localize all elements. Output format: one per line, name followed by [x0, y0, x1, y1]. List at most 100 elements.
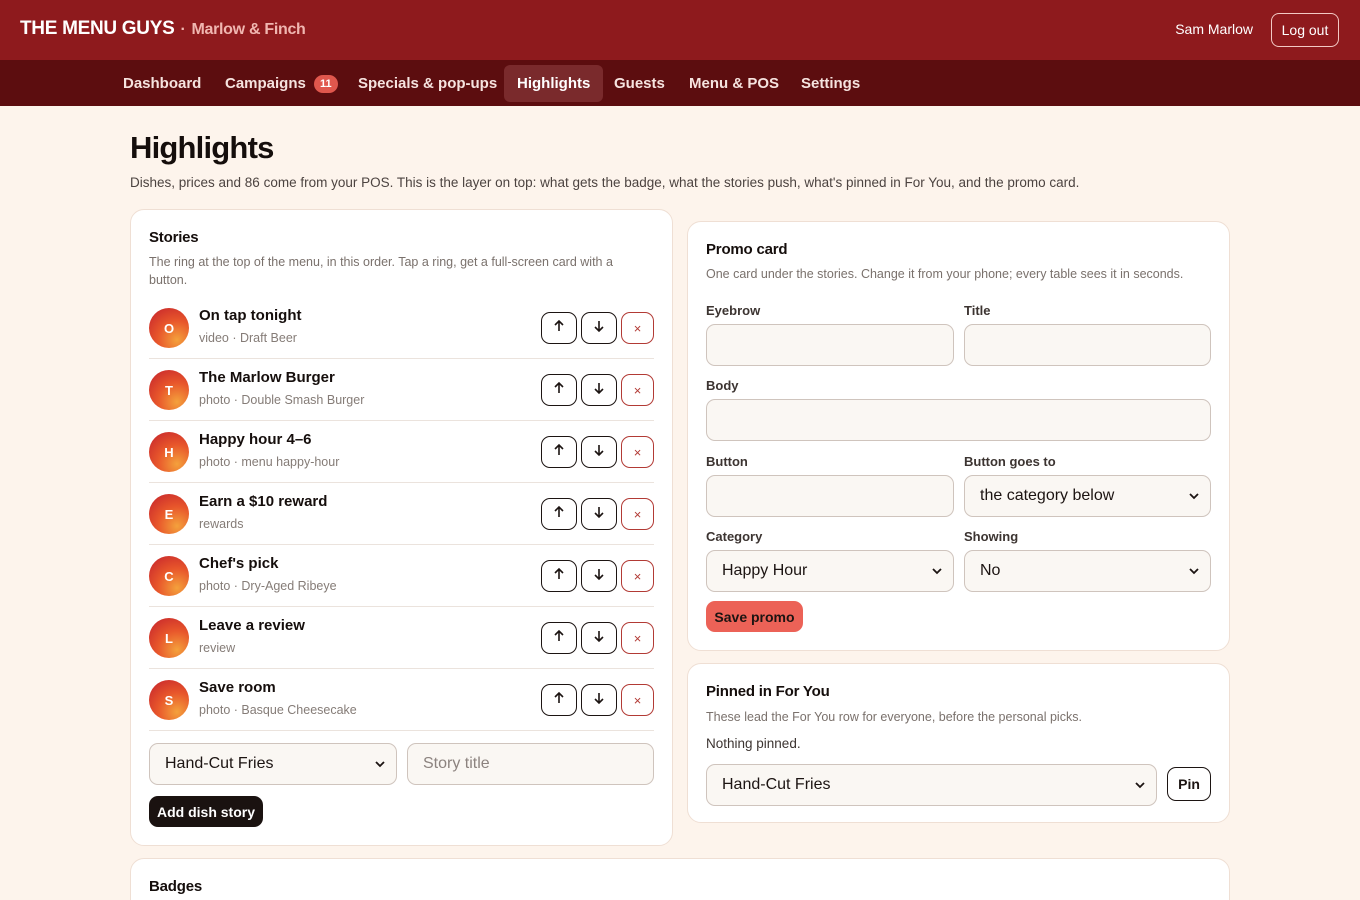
- arrow-up-icon: [552, 567, 566, 586]
- story-meta: video · Draft Beer: [199, 331, 297, 345]
- story-avatar[interactable]: E: [149, 494, 189, 534]
- story-title: Save room: [199, 679, 276, 696]
- eyebrow-field[interactable]: [706, 324, 954, 366]
- promo-title: Promo card: [706, 241, 788, 258]
- remove-story-button[interactable]: ×: [621, 436, 654, 468]
- arrow-down-icon: [592, 567, 606, 586]
- nav-highlights[interactable]: Highlights: [504, 65, 604, 102]
- pinned-card: Pinned in For You These lead the For You…: [687, 663, 1230, 823]
- move-up-button[interactable]: [541, 560, 577, 592]
- chevron-down-icon: [1189, 568, 1199, 575]
- chevron-down-icon: [932, 568, 942, 575]
- category-select[interactable]: Happy Hour: [706, 550, 954, 592]
- button-label: Button: [706, 454, 748, 469]
- move-down-button[interactable]: [581, 436, 617, 468]
- badges-title: Badges: [149, 878, 202, 895]
- story-row: C Chef's pick photo · Dry-Aged Ribeye ×: [149, 545, 654, 607]
- body-label: Body: [706, 378, 739, 393]
- story-title: Chef's pick: [199, 555, 279, 572]
- story-avatar[interactable]: O: [149, 308, 189, 348]
- story-meta: review: [199, 641, 236, 655]
- close-icon: ×: [633, 630, 642, 646]
- chevron-down-icon: [375, 761, 385, 768]
- story-title: Earn a $10 reward: [199, 493, 328, 510]
- save-promo-button[interactable]: Save promo: [706, 601, 803, 632]
- nothing-pinned-text: Nothing pinned.: [706, 736, 801, 751]
- remove-story-button[interactable]: ×: [621, 312, 654, 344]
- main-nav: Dashboard Campaigns 11 Specials & pop-ups…: [0, 60, 1360, 106]
- close-icon: ×: [633, 444, 642, 460]
- showing-value: No: [980, 562, 1001, 579]
- story-avatar[interactable]: H: [149, 432, 189, 472]
- close-icon: ×: [633, 382, 642, 398]
- category-value: Happy Hour: [722, 562, 808, 579]
- button-goes-to-select[interactable]: the category below: [964, 475, 1211, 517]
- category-label: Category: [706, 529, 763, 544]
- dish-select-value: Hand-Cut Fries: [165, 755, 274, 772]
- story-meta: rewards: [199, 517, 244, 531]
- dish-select[interactable]: Hand-Cut Fries: [149, 743, 397, 785]
- remove-story-button[interactable]: ×: [621, 622, 654, 654]
- story-avatar[interactable]: C: [149, 556, 189, 596]
- page-title: Highlights: [130, 130, 274, 165]
- remove-story-button[interactable]: ×: [621, 498, 654, 530]
- nav-campaigns[interactable]: Campaigns 11: [212, 65, 351, 102]
- pin-dish-value: Hand-Cut Fries: [722, 776, 831, 793]
- title-field[interactable]: [964, 324, 1211, 366]
- move-up-button[interactable]: [541, 684, 577, 716]
- nav-dashboard[interactable]: Dashboard: [110, 65, 214, 102]
- nav-highlights-label: Highlights: [517, 75, 591, 92]
- move-down-button[interactable]: [581, 374, 617, 406]
- story-title-input[interactable]: Story title: [407, 743, 654, 785]
- story-row: H Happy hour 4–6 photo · menu happy-hour ×: [149, 421, 654, 483]
- nav-specials[interactable]: Specials & pop-ups: [345, 65, 510, 102]
- story-avatar[interactable]: S: [149, 680, 189, 720]
- add-dish-story-button[interactable]: Add dish story: [149, 796, 263, 827]
- move-down-button[interactable]: [581, 684, 617, 716]
- promo-description: One card under the stories. Change it fr…: [706, 267, 1184, 281]
- move-up-button[interactable]: [541, 498, 577, 530]
- venue-name: Marlow & Finch: [191, 21, 306, 38]
- story-avatar[interactable]: T: [149, 370, 189, 410]
- body-field[interactable]: [706, 399, 1211, 441]
- move-up-button[interactable]: [541, 622, 577, 654]
- showing-select[interactable]: No: [964, 550, 1211, 592]
- move-up-button[interactable]: [541, 436, 577, 468]
- story-title: Leave a review: [199, 617, 305, 634]
- story-meta: photo · menu happy-hour: [199, 455, 340, 469]
- remove-story-button[interactable]: ×: [621, 560, 654, 592]
- nav-settings[interactable]: Settings: [788, 65, 873, 102]
- move-up-button[interactable]: [541, 374, 577, 406]
- remove-story-button[interactable]: ×: [621, 684, 654, 716]
- nav-specials-label: Specials & pop-ups: [358, 75, 498, 92]
- button-goes-to-label: Button goes to: [964, 454, 1056, 469]
- arrow-down-icon: [592, 629, 606, 648]
- arrow-up-icon: [552, 505, 566, 524]
- close-icon: ×: [633, 568, 642, 584]
- close-icon: ×: [633, 692, 642, 708]
- stories-card: Stories The ring at the top of the menu,…: [130, 209, 673, 846]
- brand-separator: ·: [180, 21, 186, 38]
- button-text-field[interactable]: [706, 475, 954, 517]
- move-down-button[interactable]: [581, 312, 617, 344]
- eyebrow-label: Eyebrow: [706, 303, 761, 318]
- move-up-button[interactable]: [541, 312, 577, 344]
- story-title: The Marlow Burger: [199, 369, 335, 386]
- story-avatar[interactable]: L: [149, 618, 189, 658]
- top-bar: THE MENU GUYS · Marlow & Finch Sam Marlo…: [0, 0, 1360, 60]
- arrow-down-icon: [592, 381, 606, 400]
- pin-dish-select[interactable]: Hand-Cut Fries: [706, 764, 1157, 806]
- nav-menu-pos[interactable]: Menu & POS: [676, 65, 792, 102]
- remove-story-button[interactable]: ×: [621, 374, 654, 406]
- pin-button[interactable]: Pin: [1167, 767, 1211, 801]
- title-label: Title: [964, 303, 991, 318]
- logout-button[interactable]: Log out: [1271, 13, 1339, 47]
- nav-guests[interactable]: Guests: [601, 65, 678, 102]
- move-down-button[interactable]: [581, 498, 617, 530]
- brand: THE MENU GUYS · Marlow & Finch: [20, 18, 306, 40]
- story-row: O On tap tonight video · Draft Beer ×: [149, 297, 654, 359]
- arrow-down-icon: [592, 505, 606, 524]
- story-meta: photo · Dry-Aged Ribeye: [199, 579, 337, 593]
- move-down-button[interactable]: [581, 560, 617, 592]
- move-down-button[interactable]: [581, 622, 617, 654]
